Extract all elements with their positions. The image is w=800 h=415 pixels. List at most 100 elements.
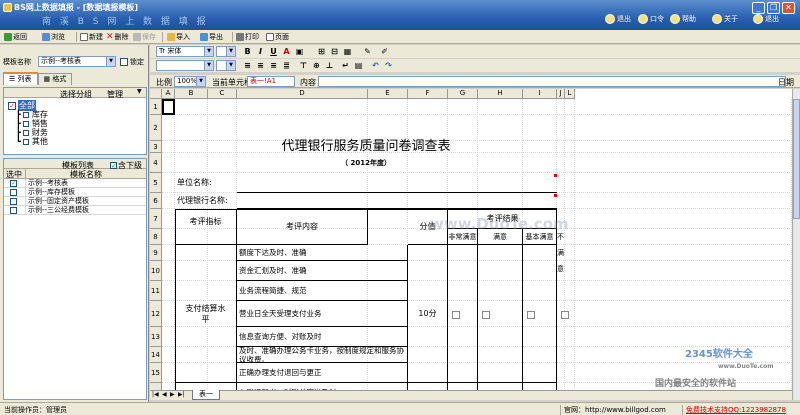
tree-item[interactable]: ┣ 财务 <box>16 128 48 137</box>
back-button[interactable]: 返回 <box>4 32 27 42</box>
support-link[interactable]: 免费技术支持QQ:1223982878 <box>682 405 786 415</box>
line-style-select[interactable]: ▼ <box>156 60 214 71</box>
lock-checkbox[interactable]: 锁定 <box>120 57 144 67</box>
selected-cell[interactable] <box>162 99 175 115</box>
row-header[interactable]: 1 <box>150 99 162 115</box>
tab-list[interactable]: ☰ 列表 <box>3 72 38 85</box>
merge-cells-icon[interactable]: ⊞ <box>316 46 327 57</box>
column-header[interactable]: C <box>208 89 237 99</box>
align-bottom-icon[interactable]: ⊥ <box>324 60 335 71</box>
align-justify-icon[interactable]: ≣ <box>281 60 292 71</box>
row-header[interactable]: 15 <box>150 363 162 383</box>
column-header[interactable]: G <box>448 89 478 99</box>
row-checkbox[interactable]: ✓ <box>10 179 17 187</box>
align-top-icon[interactable]: ⊤ <box>298 60 309 71</box>
column-header[interactable]: D <box>237 89 368 99</box>
tree-item[interactable]: ┣ 库存 <box>16 110 48 119</box>
sheet-nav-next[interactable]: ▶ <box>170 391 175 398</box>
row-header[interactable]: 3 <box>150 141 162 153</box>
italic-button[interactable]: I <box>255 46 266 57</box>
nav-exit-button[interactable]: 退出 <box>605 14 631 24</box>
new-button[interactable]: 新建 <box>80 32 103 42</box>
result-checkbox[interactable] <box>527 311 535 319</box>
row-header[interactable]: 7 <box>150 209 162 229</box>
tab-format[interactable]: ▦ 格式 <box>37 73 73 85</box>
table-row[interactable]: 示例--三公经费模板 <box>4 206 146 215</box>
export-button[interactable]: 导出 <box>200 32 223 42</box>
undo-icon[interactable]: ↶ <box>370 60 381 71</box>
row-checkbox[interactable] <box>10 197 17 205</box>
print-button[interactable]: 打印 <box>236 32 259 42</box>
split-cells-icon[interactable]: ⊟ <box>329 46 340 57</box>
website-link[interactable]: 官网：http://www.billgod.com <box>560 405 666 415</box>
align-middle-icon[interactable]: ⊕ <box>311 60 322 71</box>
restore-button[interactable]: ❐ <box>767 2 780 14</box>
pen-icon[interactable]: ✐ <box>379 46 390 57</box>
redo-icon[interactable]: ↷ <box>383 60 394 71</box>
row-header[interactable]: 5 <box>150 173 162 193</box>
import-button[interactable]: 导入 <box>167 32 190 42</box>
sheet-nav-first[interactable]: |◀ <box>152 391 159 398</box>
row-header[interactable]: 12 <box>150 301 162 327</box>
row-header[interactable]: 10 <box>150 261 162 281</box>
close-button[interactable]: ✕ <box>782 2 795 14</box>
browse-button[interactable]: 浏览 <box>42 32 65 42</box>
wrap-text-icon[interactable]: ↵ <box>340 60 351 71</box>
column-header[interactable]: L <box>565 89 575 99</box>
nav-quit-button[interactable]: 退出 <box>753 14 779 24</box>
column-header[interactable]: B <box>175 89 208 99</box>
include-sub-checkbox[interactable]: ✓ 含下级 <box>110 160 142 171</box>
sheet-tab[interactable]: 表一 <box>192 390 220 400</box>
column-header[interactable]: J <box>557 89 565 99</box>
row-checkbox[interactable] <box>10 188 17 196</box>
manage-button[interactable]: 管理 <box>107 89 123 100</box>
align-left-icon[interactable]: ≡ <box>242 60 253 71</box>
delete-button[interactable]: ✕ 删除 <box>106 32 129 42</box>
borders-icon[interactable]: ▦ <box>342 46 353 57</box>
column-header[interactable]: H <box>478 89 523 99</box>
cell-content-field[interactable] <box>318 76 786 87</box>
nav-help-button[interactable]: 帮助 <box>670 14 696 24</box>
row-header[interactable]: 11 <box>150 281 162 301</box>
row-checkbox[interactable] <box>10 206 17 214</box>
result-checkbox[interactable] <box>452 311 460 319</box>
bold-button[interactable]: B <box>242 46 253 57</box>
format-brush-icon[interactable]: ✎ <box>362 46 373 57</box>
insert-row-icon[interactable]: ▤ <box>353 60 364 71</box>
nav-password-button[interactable]: 口令 <box>638 14 664 24</box>
vertical-scrollbar[interactable] <box>792 89 800 400</box>
column-header[interactable]: E <box>368 89 408 99</box>
tree-item[interactable]: ┣ 销售 <box>16 119 48 128</box>
result-checkbox[interactable] <box>561 311 569 319</box>
result-checkbox[interactable] <box>482 311 490 319</box>
row-header[interactable]: 2 <box>150 115 162 141</box>
font-color-icon[interactable]: A <box>281 46 292 57</box>
template-name-select[interactable]: 示例--考核表 ▼ <box>38 56 116 67</box>
scroll-thumb[interactable] <box>793 99 800 219</box>
line-width-select[interactable]: ▼ <box>216 60 236 71</box>
column-header[interactable]: F <box>408 89 448 99</box>
align-right-icon[interactable]: ≡ <box>268 60 279 71</box>
row-header[interactable]: 9 <box>150 245 162 261</box>
zoom-select[interactable]: 100% ▼ <box>174 76 206 87</box>
cell-address-field[interactable]: 表一!A1 <box>247 76 295 87</box>
font-name-select[interactable]: Tr 宋体 ▼ <box>156 46 214 57</box>
tree-item[interactable]: ┗ 其他 <box>16 137 48 146</box>
sheet-nav-last[interactable]: ▶| <box>178 391 185 398</box>
sheet-nav-prev[interactable]: ◀ <box>162 391 167 398</box>
table-row[interactable]: 示例--库存模板 <box>4 188 146 197</box>
minimize-button[interactable]: _ <box>752 2 765 14</box>
row-header[interactable]: 6 <box>150 193 162 209</box>
row-header[interactable]: 4 <box>150 153 162 173</box>
row-header[interactable]: 13 <box>150 327 162 347</box>
fill-color-icon[interactable]: ▣ <box>294 46 305 57</box>
column-header[interactable]: I <box>523 89 557 99</box>
underline-button[interactable]: U <box>268 46 279 57</box>
font-size-select[interactable]: ▼ <box>216 46 236 57</box>
lock-check-box[interactable] <box>120 58 128 66</box>
table-row[interactable]: ✓ 示例--考核表 <box>4 179 146 188</box>
save-button[interactable]: 保存 <box>133 32 156 42</box>
column-header[interactable]: A <box>162 89 175 99</box>
row-header[interactable]: 14 <box>150 347 162 363</box>
table-row[interactable]: 示例--固定资产模板 <box>4 197 146 206</box>
